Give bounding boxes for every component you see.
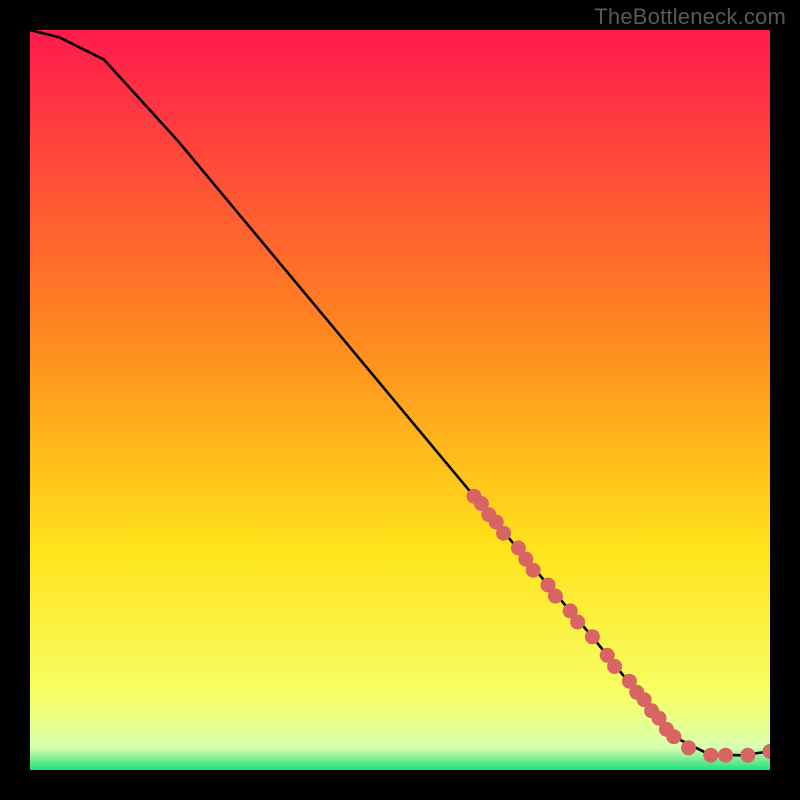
marker-point: [585, 629, 600, 644]
marker-point: [496, 526, 511, 541]
marker-point: [570, 615, 585, 630]
marker-point: [548, 589, 563, 604]
marker-point: [681, 740, 696, 755]
plot-area: [30, 30, 770, 770]
marker-point: [740, 748, 755, 763]
gradient-bg: [30, 30, 770, 770]
marker-point: [607, 659, 622, 674]
marker-point: [703, 748, 718, 763]
marker-point: [666, 729, 681, 744]
watermark-text: TheBottleneck.com: [594, 4, 786, 30]
chart-stage: TheBottleneck.com: [0, 0, 800, 800]
marker-point: [718, 748, 733, 763]
marker-point: [526, 563, 541, 578]
chart-svg: [30, 30, 770, 770]
